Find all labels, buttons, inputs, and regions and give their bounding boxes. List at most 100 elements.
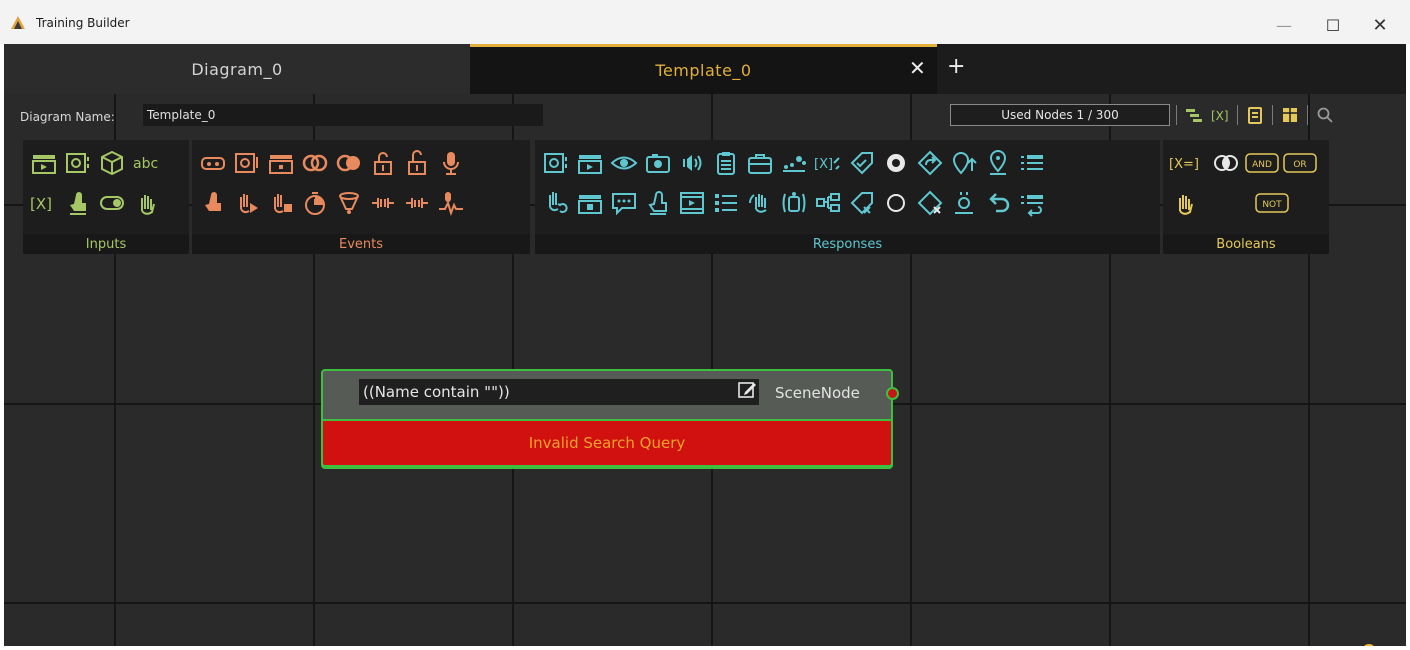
look-away-icon[interactable] (334, 146, 364, 180)
chat-icon[interactable] (609, 186, 639, 220)
touch-response-icon[interactable] (643, 186, 673, 220)
svg-text:AND: AND (1252, 160, 1272, 170)
diagram-canvas[interactable]: Diagram Name: Template_0 Used Nodes 1 / … (4, 94, 1406, 646)
screen-event-icon[interactable] (232, 146, 262, 180)
svg-text:abc: abc (133, 156, 158, 172)
voice-wave-icon[interactable] (436, 186, 466, 220)
hand-play-icon[interactable] (232, 186, 262, 220)
separator (1176, 105, 1177, 125)
screen-response-icon[interactable] (541, 146, 571, 180)
toggle-icon[interactable] (97, 186, 127, 220)
gesture-alt-icon[interactable] (402, 186, 432, 220)
add-tab-button[interactable]: + (947, 54, 965, 79)
trigger-zone-icon[interactable] (334, 186, 364, 220)
navigate-cancel-icon[interactable] (915, 186, 945, 220)
palette-label-inputs: Inputs (23, 234, 189, 254)
variable-equals-icon[interactable]: [X=] (1169, 146, 1207, 180)
eye-icon[interactable] (609, 146, 639, 180)
diagram-name-input[interactable]: Template_0 (143, 104, 543, 126)
location-up-icon[interactable] (949, 146, 979, 180)
release-icon[interactable] (402, 146, 432, 180)
palette-label-events: Events (192, 234, 530, 254)
microphone-icon[interactable] (436, 146, 466, 180)
clipboard-response-icon[interactable] (711, 146, 741, 180)
look-at-icon[interactable] (300, 146, 330, 180)
maximize-button[interactable]: ☐ (1313, 10, 1353, 40)
edit-icon[interactable] (737, 380, 757, 400)
tag-check-icon[interactable] (847, 146, 877, 180)
particles-icon[interactable] (779, 146, 809, 180)
output-port[interactable] (886, 387, 899, 400)
location-pin-icon[interactable] (983, 146, 1013, 180)
touch-event-icon[interactable] (198, 186, 228, 220)
palette-booleans: [X=] AND OR NOT Booleans (1163, 140, 1329, 254)
camera-icon[interactable] (643, 146, 673, 180)
search-query-input[interactable]: ((Name contain "")) (359, 379, 759, 405)
hand-stop-icon[interactable] (266, 186, 296, 220)
hand-reset-icon[interactable] (541, 186, 571, 220)
palette-events: Events (192, 140, 530, 254)
checklist-icon[interactable] (711, 186, 741, 220)
media-player-icon[interactable] (677, 186, 707, 220)
help-icon[interactable]: ? (1362, 644, 1376, 646)
title-bar: Training Builder — ☐ ✕ (0, 0, 1410, 44)
close-tab-button[interactable]: ✕ (909, 56, 926, 80)
palette-inputs: abc [X] Inputs (23, 140, 189, 254)
drop-marker-icon[interactable] (949, 186, 979, 220)
highlight-object-icon[interactable] (779, 186, 809, 220)
minimize-button[interactable]: — (1264, 10, 1304, 40)
sound-icon[interactable] (677, 146, 707, 180)
navigate-icon[interactable] (915, 146, 945, 180)
and-operator-icon[interactable]: AND (1245, 146, 1279, 180)
not-operator-icon[interactable]: NOT (1255, 186, 1289, 220)
video-response-icon[interactable] (575, 146, 605, 180)
list-icon[interactable] (1017, 146, 1047, 180)
separator (1272, 105, 1273, 125)
used-nodes-counter: Used Nodes 1 / 300 (950, 104, 1170, 126)
grid-line (4, 602, 1406, 604)
set-variable-icon[interactable]: [X] (813, 146, 843, 180)
circle-outline-icon[interactable] (881, 186, 911, 220)
svg-text:OR: OR (1293, 160, 1306, 170)
svg-text:[X]: [X] (814, 157, 833, 172)
error-message: Invalid Search Query (321, 419, 893, 467)
variable-add-icon[interactable]: [X] (1211, 106, 1229, 124)
tab-template-0[interactable]: Template_0 (470, 44, 937, 94)
video-event-icon[interactable] (266, 146, 296, 180)
table-icon[interactable] (1281, 106, 1299, 124)
svg-text:[X]: [X] (1211, 109, 1229, 123)
hand-rotate-icon[interactable] (745, 186, 775, 220)
text-input-icon[interactable]: abc (131, 146, 161, 180)
screen-input-icon[interactable] (63, 146, 93, 180)
separator (1237, 105, 1238, 125)
search-icon[interactable] (1316, 106, 1334, 124)
header-toolbar: [X] (1176, 102, 1334, 128)
hierarchy-icon[interactable] (1185, 106, 1203, 124)
hierarchy-response-icon[interactable] (813, 186, 843, 220)
palette-label-booleans: Booleans (1163, 234, 1329, 254)
tag-remove-icon[interactable] (847, 186, 877, 220)
or-operator-icon[interactable]: OR (1283, 146, 1317, 180)
gesture-icon[interactable] (368, 186, 398, 220)
list-loop-icon[interactable] (1017, 186, 1047, 220)
undo-icon[interactable] (983, 186, 1013, 220)
vr-headset-icon[interactable] (198, 146, 228, 180)
intersect-icon[interactable] (1211, 146, 1241, 180)
grab-icon[interactable] (368, 146, 398, 180)
timer-icon[interactable] (300, 186, 330, 220)
clipboard-icon[interactable] (1246, 106, 1264, 124)
tab-diagram-0[interactable]: Diagram_0 (4, 44, 470, 94)
cube-icon[interactable] (97, 146, 127, 180)
window-title: Training Builder (36, 16, 130, 30)
circle-filled-icon[interactable] (881, 146, 911, 180)
touch-input-icon[interactable] (63, 186, 93, 220)
close-window-button[interactable]: ✕ (1360, 10, 1400, 40)
video-input-icon[interactable] (29, 146, 59, 180)
scene-node[interactable]: ((Name contain "")) SceneNode Invalid Se… (321, 369, 899, 469)
svg-text:[X=]: [X=] (1169, 157, 1199, 172)
video-stop-icon[interactable] (575, 186, 605, 220)
hand-boolean-icon[interactable] (1169, 186, 1199, 220)
hand-input-icon[interactable] (131, 186, 161, 220)
variable-icon[interactable]: [X] (29, 186, 59, 220)
toolbox-icon[interactable] (745, 146, 775, 180)
